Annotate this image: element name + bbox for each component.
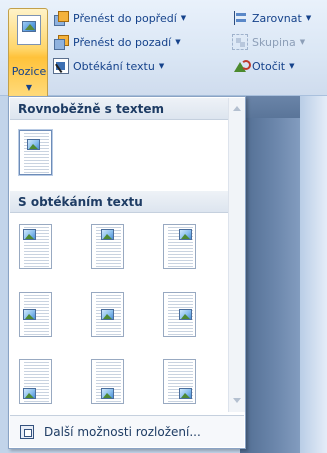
send-backward-icon xyxy=(53,34,69,50)
wrap-top-right-option[interactable] xyxy=(163,224,196,269)
wrap-section-header: S obtékáním textu xyxy=(10,191,228,213)
inline-section-header: Rovnoběžně s textem xyxy=(10,98,228,120)
chevron-down-icon: ▼ xyxy=(299,38,306,46)
wrap-middle-right-option[interactable] xyxy=(163,292,196,337)
wrap-middle-left-option[interactable] xyxy=(19,292,52,337)
position-button-label: Pozice xyxy=(11,65,47,78)
wrap-top-left-option[interactable] xyxy=(19,224,52,269)
chevron-down-icon: ▼ xyxy=(180,14,187,22)
document-page-edge xyxy=(300,96,327,453)
text-wrapping-icon xyxy=(53,58,69,74)
bring-forward-label: Přenést do popředí xyxy=(73,11,177,25)
wrap-middle-center-icon xyxy=(101,309,114,320)
chevron-down-icon: ▼ xyxy=(305,14,312,22)
scroll-up-icon[interactable] xyxy=(233,106,241,111)
inline-with-text-icon xyxy=(27,139,40,150)
rotate-button[interactable]: Otočit ▼ xyxy=(232,56,295,76)
wrap-middle-center-option[interactable] xyxy=(91,292,124,337)
chevron-down-icon: ▼ xyxy=(289,62,295,70)
chevron-down-icon: ▼ xyxy=(158,62,165,70)
wrap-top-right-icon xyxy=(179,229,192,240)
scroll-down-icon[interactable] xyxy=(233,398,241,403)
gallery-scrollbar[interactable] xyxy=(228,98,245,412)
wrap-top-center-option[interactable] xyxy=(91,224,124,269)
group-button[interactable]: Skupina ▼ xyxy=(232,32,305,52)
group-icon xyxy=(232,34,248,50)
align-label: Zarovnat xyxy=(252,11,302,25)
send-backward-button[interactable]: Přenést do pozadí ▼ xyxy=(53,32,181,52)
more-layout-options-button[interactable]: Další možnosti rozložení... xyxy=(10,415,244,447)
wrap-top-left-icon xyxy=(23,229,36,240)
text-wrapping-label: Obtékání textu xyxy=(73,59,155,73)
group-label: Skupina xyxy=(252,35,296,49)
wrap-top-center-icon xyxy=(101,229,114,240)
chevron-down-icon: ▼ xyxy=(25,83,33,92)
more-layout-options-label: Další možnosti rozložení... xyxy=(44,424,201,439)
wrap-middle-left-icon xyxy=(23,309,36,320)
wrap-bottom-center-icon xyxy=(101,388,114,399)
bring-forward-button[interactable]: Přenést do popředí ▼ xyxy=(53,8,186,28)
wrap-bottom-right-icon xyxy=(179,388,192,399)
layout-options-icon xyxy=(20,424,34,439)
position-button[interactable]: Pozice ▼ xyxy=(8,8,48,98)
rotate-label: Otočit xyxy=(252,59,286,73)
align-icon xyxy=(232,10,248,26)
wrap-bottom-right-option[interactable] xyxy=(163,359,196,404)
wrap-middle-right-icon xyxy=(179,309,192,320)
text-wrapping-button[interactable]: Obtékání textu ▼ xyxy=(53,56,164,76)
bring-forward-icon xyxy=(53,10,69,26)
position-gallery-panel: Rovnoběžně s textem S obtékáním textu Da… xyxy=(8,96,246,449)
wrap-bottom-left-icon xyxy=(23,388,36,399)
position-icon xyxy=(17,15,41,45)
chevron-down-icon: ▼ xyxy=(175,38,181,46)
inline-with-text-option[interactable] xyxy=(19,130,52,175)
send-backward-label: Přenést do pozadí xyxy=(73,35,172,49)
align-button[interactable]: Zarovnat ▼ xyxy=(232,8,311,28)
wrap-bottom-left-option[interactable] xyxy=(19,359,52,404)
rotate-icon xyxy=(232,58,251,74)
wrap-bottom-center-option[interactable] xyxy=(91,359,124,404)
